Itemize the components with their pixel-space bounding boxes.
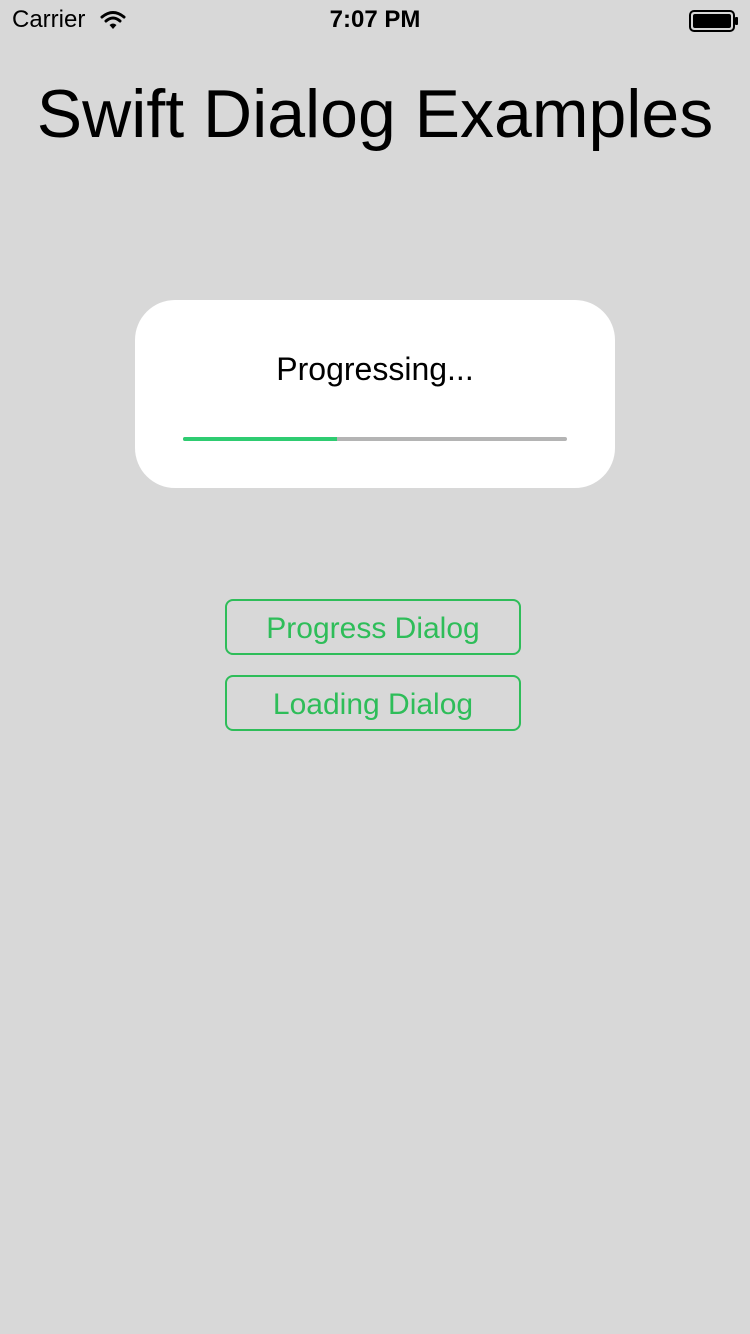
status-bar: Carrier 7:07 PM <box>0 0 750 40</box>
dialog-message: Progressing... <box>276 351 474 387</box>
progress-dialog: Progressing... <box>135 300 615 488</box>
battery-icon <box>689 10 739 32</box>
status-time: 7:07 PM <box>329 6 421 33</box>
progress-dialog-button[interactable]: Progress Dialog <box>225 599 521 655</box>
progress-bar <box>183 437 567 441</box>
loading-dialog-button[interactable]: Loading Dialog <box>225 675 521 731</box>
progress-bar-fill <box>183 437 337 441</box>
page-title: Swift Dialog Examples <box>36 76 714 152</box>
